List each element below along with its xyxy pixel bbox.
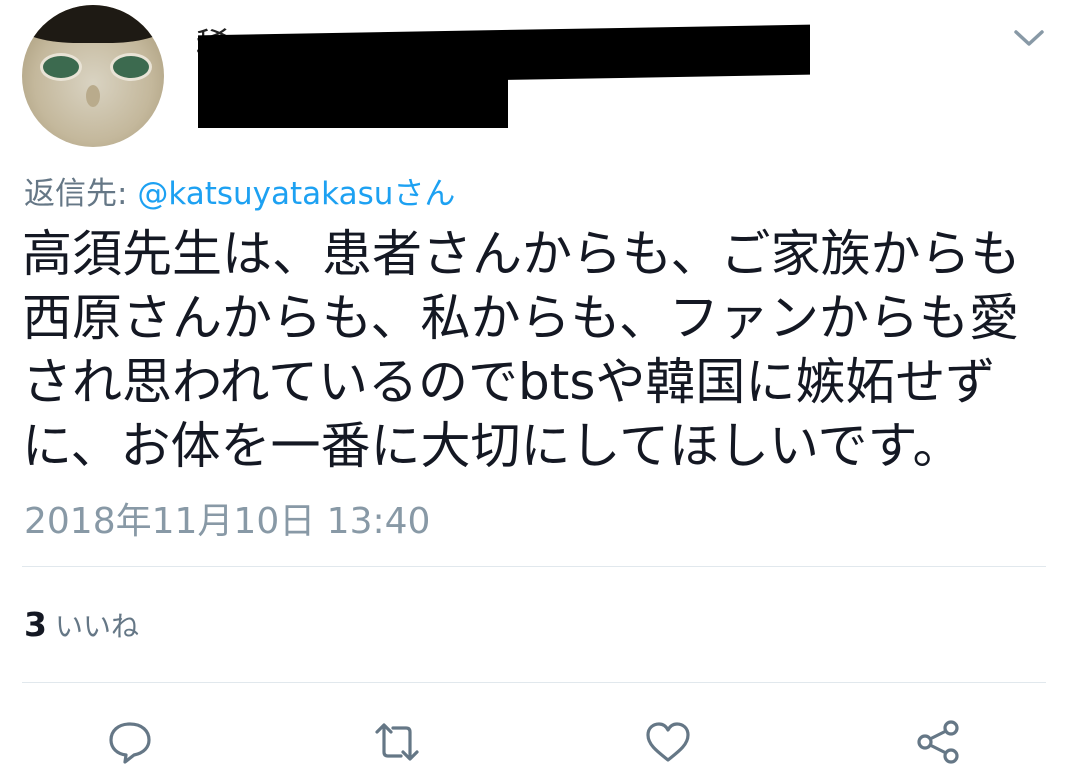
like-count-row[interactable]: 3 いいね [24, 605, 139, 645]
tweet-text: 高須先生は、患者さんからも、ご家族からも 西原さんからも、私からも、ファンからも… [22, 222, 1052, 478]
retweet-icon[interactable] [373, 718, 421, 766]
tweet-line: 西原さんからも、私からも、ファンからも愛 [22, 289, 1019, 347]
tweet-line: に、お体を一番に大切にしてほしいです。 [22, 417, 963, 475]
reply-icon[interactable] [106, 718, 154, 766]
avatar[interactable] [22, 5, 164, 147]
tweet-line: 高須先生は、患者さんからも、ご家族からも [22, 225, 1021, 283]
tweet-timestamp[interactable]: 2018年11月10日 13:40 [24, 492, 430, 544]
chevron-down-icon[interactable] [1012, 25, 1046, 51]
tweet-line: され思われているのでbtsや韓国に嫉妬せず [22, 353, 996, 411]
share-icon[interactable] [914, 718, 962, 766]
reply-prefix: 返信先: [24, 176, 138, 212]
reply-context: 返信先: @katsuyatakasuさん [24, 168, 455, 213]
redaction-bar [198, 78, 508, 128]
reply-mention-link[interactable]: @katsuyatakasuさん [137, 176, 455, 212]
divider [22, 682, 1046, 683]
divider [22, 566, 1046, 567]
like-count: 3 [24, 605, 47, 644]
like-label: いいね [54, 610, 139, 643]
like-icon[interactable] [644, 718, 692, 766]
redaction-bar [198, 24, 810, 86]
